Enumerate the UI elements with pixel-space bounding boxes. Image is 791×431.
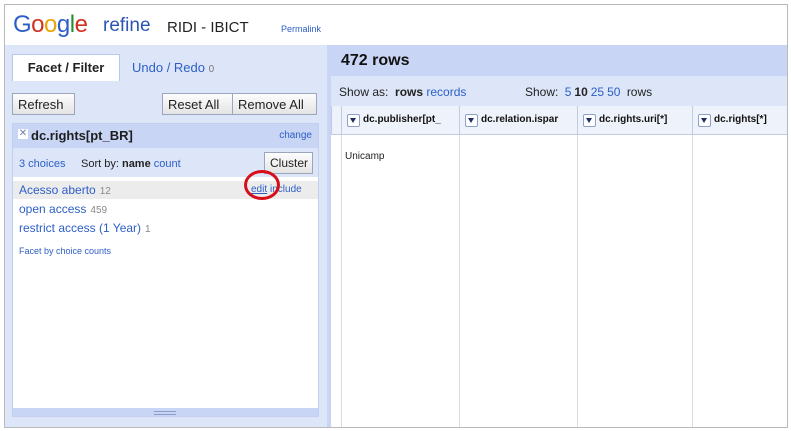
page-size-10[interactable]: 10 [574, 85, 587, 99]
tab-undo-redo-label: Undo / Redo [132, 60, 205, 75]
google-refine-window: Google refine RIDI - IBICT Permalink Fac… [4, 4, 788, 428]
choice-label[interactable]: restrict access (1 Year) 1 [19, 221, 151, 235]
column-header-stub [331, 106, 341, 134]
facet-dc-rights: ✕ dc.rights[pt_BR] change 3 choices Sort… [12, 123, 319, 417]
view-controls: Show as: rows records Show: 5 10 25 50 rows [331, 76, 787, 106]
remove-all-button[interactable]: Remove All [232, 93, 317, 115]
tab-undo-redo[interactable]: Undo / Redo 0 [132, 60, 214, 75]
choice-name: Acesso aberto [19, 183, 96, 197]
choice-count: 459 [90, 205, 108, 216]
page-size-25[interactable]: 25 [591, 85, 604, 99]
undo-redo-count: 0 [208, 64, 215, 75]
sort-by-name[interactable]: name [122, 158, 151, 170]
rows-count: 472 rows [341, 52, 410, 69]
choice-count: 1 [145, 224, 151, 235]
logo-letter: g [56, 11, 70, 38]
logo-letter: o [31, 11, 45, 38]
page-size: Show: 5 10 25 50 rows [525, 85, 652, 99]
sort-by-count[interactable]: count [154, 158, 181, 170]
dropdown-icon[interactable] [698, 114, 711, 127]
dropdown-icon[interactable] [347, 114, 360, 127]
column-headers: dc.publisher[pt_ dc.relation.ispar dc.ri… [331, 106, 787, 135]
tab-facet-filter[interactable]: Facet / Filter [12, 54, 120, 81]
column-header[interactable]: dc.publisher[pt_ [341, 106, 459, 134]
page-size-5[interactable]: 5 [565, 85, 572, 99]
data-panel: 472 rows Show as: rows records Show: 5 10… [327, 45, 787, 427]
show-as-records[interactable]: records [426, 85, 466, 99]
column-header[interactable]: dc.relation.ispar [459, 106, 577, 134]
grip-icon [154, 411, 176, 415]
refresh-button[interactable]: Refresh [12, 93, 75, 115]
table-cell[interactable]: Unicamp [345, 151, 384, 162]
table-column [577, 135, 692, 427]
column-header-label: dc.rights[*] [714, 114, 767, 125]
column-header-label: dc.rights.uri[*] [599, 114, 668, 125]
google-logo[interactable]: Google [13, 11, 88, 39]
dropdown-icon[interactable] [583, 114, 596, 127]
choices-count[interactable]: 3 choices [19, 158, 65, 170]
facet-by-choice-counts-link[interactable]: Facet by choice counts [19, 246, 111, 256]
rows-header: 472 rows [331, 45, 787, 76]
show-label: Show: [525, 85, 559, 99]
column-header[interactable]: dc.rights.uri[*] [577, 106, 692, 134]
choice-count: 12 [99, 186, 111, 197]
show-as-rows[interactable]: rows [395, 85, 423, 99]
column-header-label: dc.relation.ispar [481, 114, 559, 125]
refine-wordmark: refine [103, 15, 151, 36]
left-panel: Facet / Filter Undo / Redo 0 Refresh Res… [5, 45, 327, 427]
choice-name: restrict access (1 Year) [19, 221, 142, 235]
reset-all-button[interactable]: Reset All [162, 93, 233, 115]
facet-choice[interactable]: restrict access (1 Year) 1 [13, 219, 318, 237]
change-link[interactable]: change [279, 130, 312, 141]
choice-label[interactable]: Acesso aberto 12 [19, 183, 111, 197]
sort-by-label: Sort by: [81, 158, 119, 170]
dropdown-icon[interactable] [465, 114, 478, 127]
table-column [341, 135, 459, 427]
table-column [692, 135, 787, 427]
logo-letter: e [74, 11, 88, 38]
table-column [459, 135, 577, 427]
logo-letter: G [13, 11, 32, 38]
facet-choice[interactable]: open access 459 [13, 200, 318, 218]
app-header: Google refine RIDI - IBICT Permalink [5, 5, 787, 45]
permalink-link[interactable]: Permalink [281, 24, 321, 34]
highlight-circle-annotation [244, 170, 280, 200]
sort-by: Sort by: name count [81, 158, 181, 170]
choice-name: open access [19, 202, 87, 216]
facet-header: ✕ dc.rights[pt_BR] change [13, 124, 318, 148]
show-as: Show as: rows records [339, 85, 466, 99]
close-icon[interactable]: ✕ [18, 129, 28, 139]
facet-resize-handle[interactable] [13, 408, 318, 416]
show-as-label: Show as: [339, 85, 389, 99]
page-size-50[interactable]: 50 [607, 85, 620, 99]
cluster-button[interactable]: Cluster [264, 152, 313, 174]
rows-suffix: rows [626, 85, 653, 99]
facet-title: dc.rights[pt_BR] [31, 128, 133, 143]
column-header[interactable]: dc.rights[*] [692, 106, 787, 134]
choice-label[interactable]: open access 459 [19, 202, 107, 216]
project-name[interactable]: RIDI - IBICT [167, 19, 249, 36]
column-header-label: dc.publisher[pt_ [363, 114, 441, 125]
logo-letter: o [44, 11, 57, 38]
